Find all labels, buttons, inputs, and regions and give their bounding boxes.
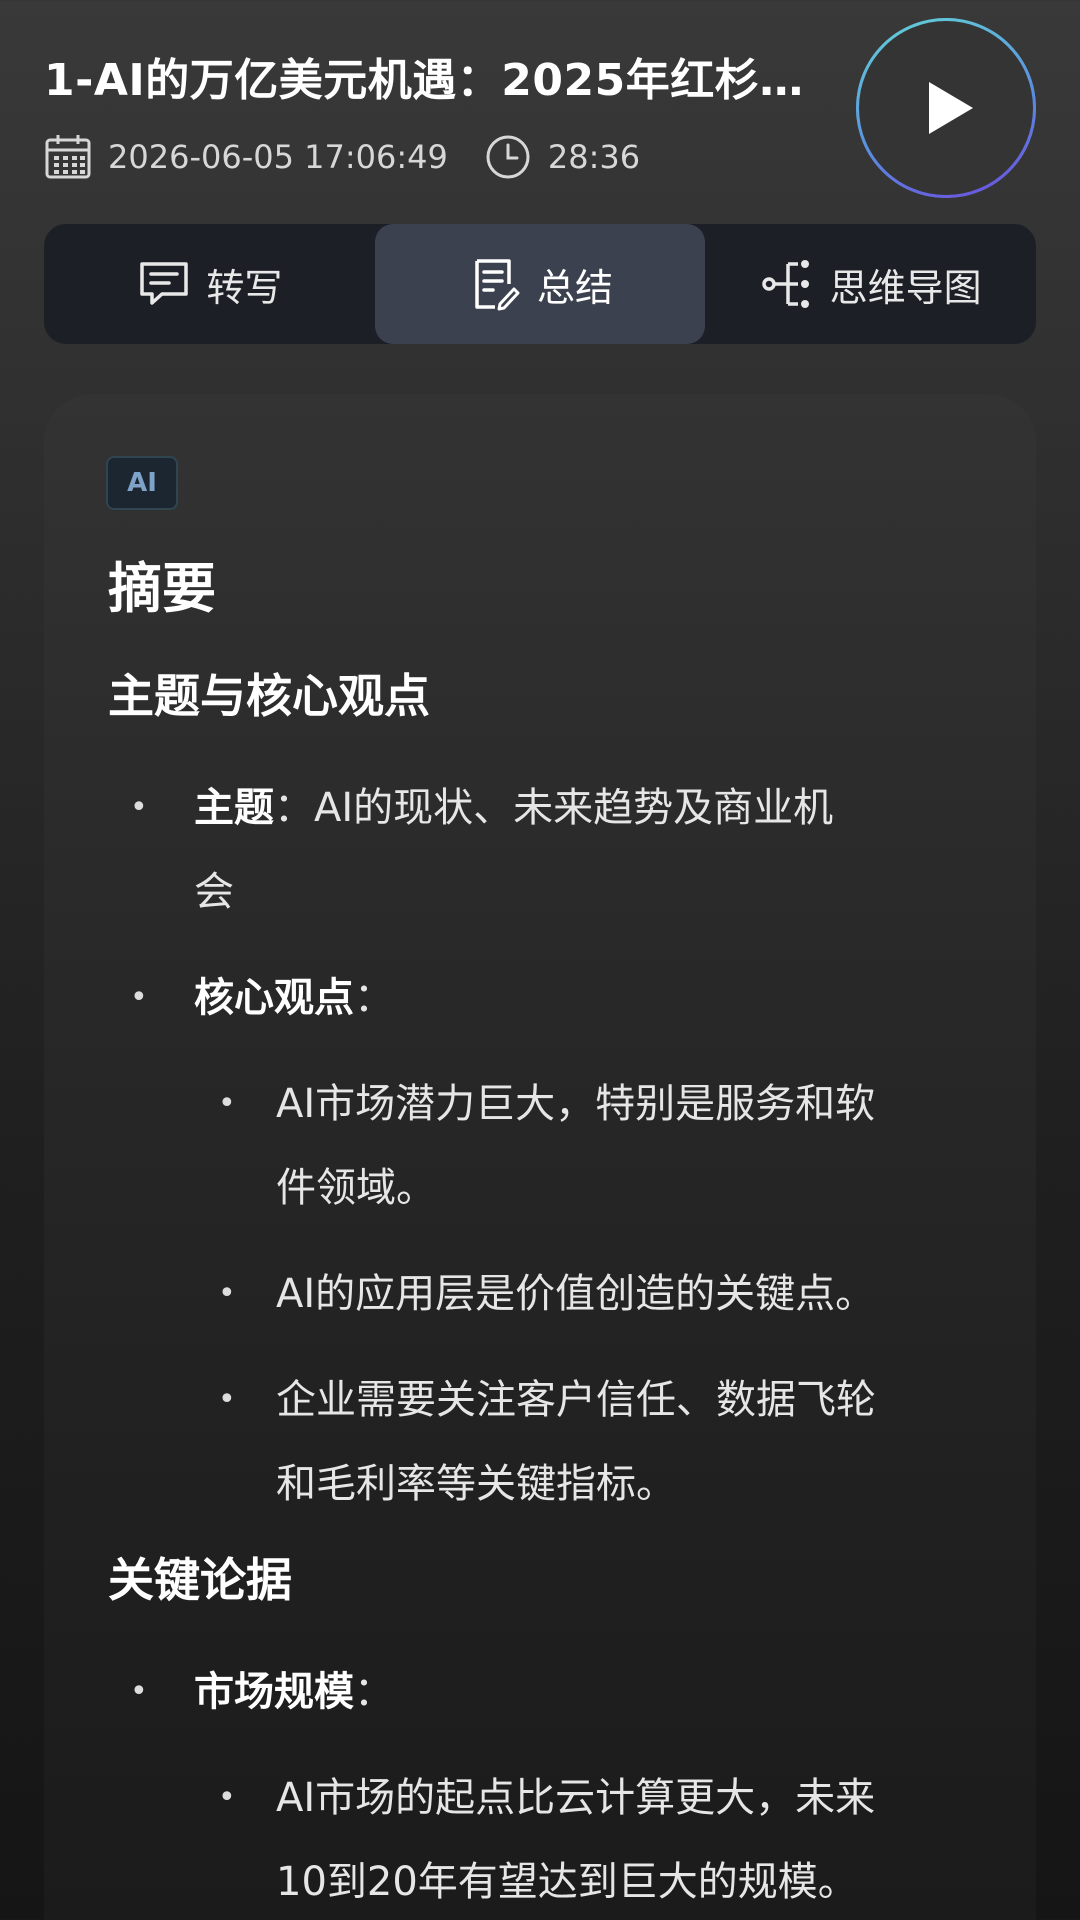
summary-heading: 摘要 [108,557,216,620]
bullet: • [130,790,148,825]
bullet: • [218,1780,236,1815]
topic-text: AI的现状、未来趋势及商业机 [314,785,834,831]
list-item: • 核心观点： [108,956,1008,1040]
list-item: • 企业需要关注客户信任、数据飞轮 和毛利率等关键指标。 [108,1358,1008,1526]
topic-sep: ： [274,785,314,831]
section-title-arguments: 关键论据 [108,1553,292,1607]
tab-mindmap-label: 思维导图 [829,265,982,310]
date-meta: 2026-06-05 17:06:49 [44,133,448,181]
tab-summary[interactable]: 总结 [374,224,706,344]
list-item: • 市场规模： [108,1650,1008,1734]
bullet: • [218,1382,236,1417]
bullet: • [130,980,148,1015]
recording-title: 1-AI的万亿美元机遇：2025年红杉… [44,55,804,106]
core-point-1-line2: 件领域。 [276,1165,436,1211]
clock-icon [484,133,532,181]
view-tabs: 转写 总结 思维导图 [44,224,1036,344]
market-point-1-line1: AI市场的起点比云计算更大，未来 [276,1775,876,1821]
summary-card: AI 摘要 主题与核心观点 • 主题：AI的现状、未来趋势及商业机会 • 核心观… [44,394,1036,1920]
recording-date: 2026-06-05 17:06:49 [108,138,448,176]
list-item: • AI的应用层是价值创造的关键点。 [108,1252,1008,1336]
play-button[interactable] [856,18,1036,198]
tab-transcript[interactable]: 转写 [44,224,375,344]
bullet: • [218,1086,236,1121]
topic-text-cont: 会 [194,869,234,915]
tab-summary-label: 总结 [537,265,614,310]
tab-mindmap[interactable]: 思维导图 [705,224,1036,344]
list-item: • AI市场潜力巨大，特别是服务和软 件领域。 [108,1062,1008,1230]
duration-meta: 28:36 [484,133,640,181]
core-point-1-line1: AI市场潜力巨大，特别是服务和软 [276,1081,876,1127]
core-point-3-line1: 企业需要关注客户信任、数据飞轮 [276,1377,876,1423]
core-point-2-line1: AI的应用层是价值创造的关键点。 [276,1271,876,1317]
list-item: • 主题：AI的现状、未来趋势及商业机会 [108,766,1008,934]
play-icon [929,82,973,134]
core-point-3-line2: 和毛利率等关键指标。 [276,1461,676,1507]
list-item: • AI市场的起点比云计算更大，未来 10到20年有望达到巨大的规模。 [108,1756,1008,1920]
tab-transcript-label: 转写 [206,265,283,310]
market-label: 市场规模 [194,1669,354,1715]
transcript-icon [136,256,192,312]
ai-badge: AI [106,456,178,510]
section-title-themes: 主题与核心观点 [108,669,430,723]
header: 1-AI的万亿美元机遇：2025年红杉… 2026-06-05 17:06:49 [0,0,1080,220]
recording-meta: 2026-06-05 17:06:49 28:36 [44,132,676,182]
summary-icon [467,256,523,312]
market-sep: ： [354,1669,394,1715]
mindmap-icon [760,256,816,312]
core-label: 核心观点 [194,975,354,1021]
calendar-icon [44,133,92,181]
bullet: • [218,1276,236,1311]
bullet: • [130,1674,148,1709]
market-point-1-line2: 10到20年有望达到巨大的规模。 [276,1859,858,1905]
topic-label: 主题 [194,785,274,831]
recording-duration: 28:36 [547,138,641,176]
summary-content: 摘要 主题与核心观点 • 主题：AI的现状、未来趋势及商业机会 • 核心观点： … [108,554,1008,1920]
core-sep: ： [354,975,394,1021]
